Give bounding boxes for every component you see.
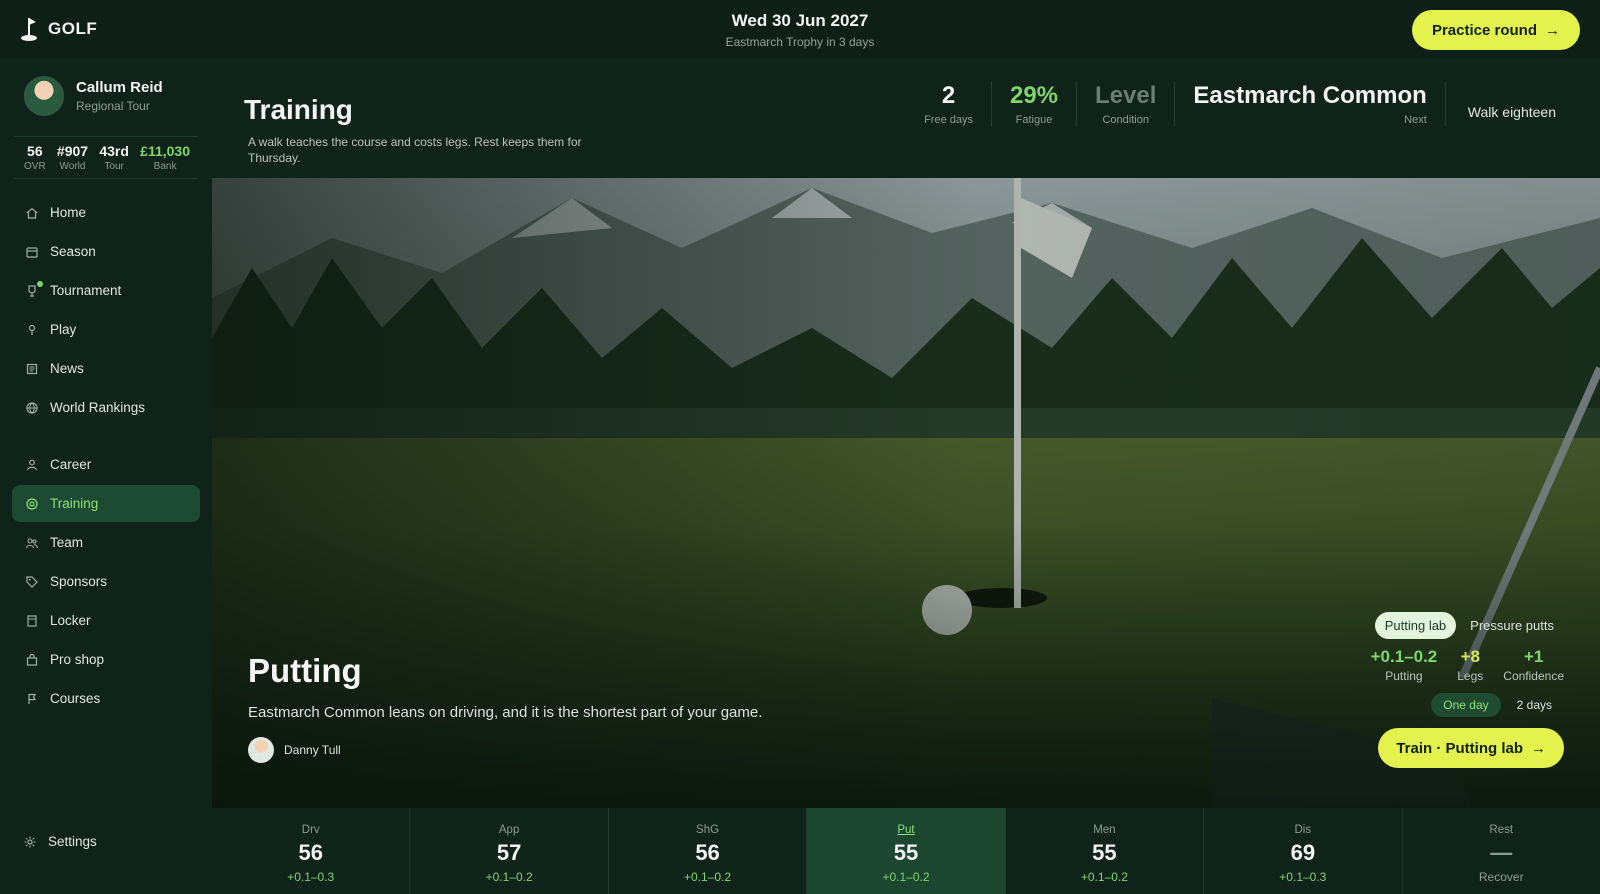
nav-item-team[interactable]: Team	[12, 524, 200, 561]
nav-item-world-rankings[interactable]: World Rankings	[12, 389, 200, 426]
news-icon	[26, 363, 38, 374]
nav-item-season[interactable]: Season	[12, 233, 200, 270]
avatar	[24, 76, 64, 116]
gain-putting: +0.1–0.2 Putting	[1370, 647, 1438, 683]
practice-round-button[interactable]: Practice round →	[1411, 10, 1580, 50]
bag-icon	[26, 653, 38, 666]
stat-tour: 43rd Tour	[99, 143, 129, 172]
current-date: Wed 30 Jun 2027	[731, 11, 869, 30]
skill-tab-drv[interactable]: Drv 56 +0.1–0.3	[212, 808, 411, 894]
duration-one-day[interactable]: One day	[1431, 693, 1501, 717]
drill-gains: +0.1–0.2 Putting +8 Legs +1 Confidence	[1364, 647, 1564, 683]
skill-tab-shg[interactable]: ShG 56 +0.1–0.2	[609, 808, 808, 894]
skill-tab-app[interactable]: App 57 +0.1–0.2	[410, 808, 609, 894]
drill-options: Putting lab Pressure putts +0.1–0.2 Putt…	[1364, 612, 1564, 717]
coach-avatar	[248, 737, 274, 763]
nav-item-settings[interactable]: Settings	[24, 834, 97, 849]
trophy-icon	[28, 284, 36, 297]
team-icon	[26, 537, 38, 548]
main-nav: Home Season Tournament Play News World R…	[12, 194, 200, 719]
next-event-countdown: Eastmarch Trophy in 3 days	[725, 35, 875, 49]
metric-fatigue: 29% Fatigue	[992, 82, 1078, 126]
drill-selector: Putting lab Pressure putts	[1364, 612, 1564, 639]
target-icon	[26, 497, 38, 510]
skill-tab-rest[interactable]: Rest — Recover	[1403, 808, 1600, 894]
nav-item-pro-shop[interactable]: Pro shop	[12, 641, 200, 678]
player-profile[interactable]: Callum Reid Regional Tour	[24, 76, 163, 116]
nav-item-locker[interactable]: Locker	[12, 602, 200, 639]
pin-icon	[28, 324, 36, 335]
nav-item-courses[interactable]: Courses	[12, 680, 200, 717]
nav-item-home[interactable]: Home	[12, 194, 200, 231]
settings-label: Settings	[48, 834, 97, 849]
player-stats: 56 OVR #907 World 43rd Tour £11,030 Bank	[14, 136, 198, 179]
logo-text: GOLF	[48, 19, 98, 38]
page-header: Training A walk teaches the course and c…	[212, 58, 1600, 178]
nav-item-sponsors[interactable]: Sponsors	[12, 563, 200, 600]
drill-hero: Putting Eastmarch Common leans on drivin…	[212, 178, 1600, 808]
nav-item-tournament[interactable]: Tournament	[12, 272, 200, 309]
drill-option-pressure-putts[interactable]: Pressure putts	[1460, 612, 1564, 639]
nav-item-training[interactable]: Training	[12, 485, 200, 522]
gear-icon	[24, 836, 36, 847]
gain-confidence: +1 Confidence	[1503, 647, 1564, 683]
coach[interactable]: Danny Tull	[248, 737, 768, 763]
stat-ovr: 56 OVR	[24, 143, 46, 172]
skill-strip: Drv 56 +0.1–0.3 App 57 +0.1–0.2 ShG 56 +…	[212, 808, 1600, 894]
arrow-right-icon: →	[1545, 21, 1560, 39]
page-title: Training	[244, 94, 353, 125]
walk-eighteen-button[interactable]: Walk eighteen	[1446, 82, 1600, 120]
golf-flag-icon	[21, 18, 37, 41]
locker-icon	[27, 614, 37, 627]
nav-item-news[interactable]: News	[12, 350, 200, 387]
skill-tab-dis[interactable]: Dis 69 +0.1–0.3	[1204, 808, 1403, 894]
drill-description: Putting Eastmarch Common leans on drivin…	[248, 652, 768, 763]
player-tour: Regional Tour	[76, 99, 150, 113]
duration-selector: One day 2 days	[1364, 693, 1564, 717]
skill-tab-men[interactable]: Men 55 +0.1–0.2	[1006, 808, 1205, 894]
coach-name: Danny Tull	[284, 743, 341, 757]
skill-tab-put[interactable]: Put 55 +0.1–0.2	[807, 808, 1006, 894]
duration-two-days[interactable]: 2 days	[1505, 693, 1564, 717]
gain-legs: +8 Legs	[1457, 647, 1484, 683]
calendar-icon	[26, 246, 38, 258]
train-button-label: Train · Putting lab	[1396, 739, 1523, 757]
logo[interactable]: GOLF	[20, 16, 97, 42]
home-icon	[26, 207, 38, 219]
drill-option-putting-lab[interactable]: Putting lab	[1374, 612, 1457, 639]
nav-item-career[interactable]: Career	[12, 446, 200, 483]
arrow-right-icon: →	[1531, 739, 1546, 757]
stat-bank: £11,030 Bank	[140, 143, 190, 172]
globe-icon	[26, 401, 38, 414]
top-bar: GOLF Wed 30 Jun 2027 Eastmarch Trophy in…	[0, 0, 1600, 58]
status-metrics: 2 Free days 29% Fatigue Level Condition …	[906, 82, 1600, 126]
stat-world: #907 World	[56, 143, 89, 172]
date-block: Wed 30 Jun 2027 Eastmarch Trophy in 3 da…	[0, 11, 1600, 49]
nav-item-play[interactable]: Play	[12, 311, 200, 348]
sidebar: Callum Reid Regional Tour 56 OVR #907 Wo…	[0, 58, 212, 894]
flag-icon	[28, 693, 37, 704]
tag-icon	[26, 575, 38, 588]
metric-free-days: 2 Free days	[906, 82, 992, 126]
player-name: Callum Reid	[76, 79, 163, 96]
drill-title: Putting	[248, 652, 362, 689]
metric-condition: Level Condition	[1077, 82, 1176, 126]
practice-round-label: Practice round	[1431, 21, 1537, 39]
nav-divider	[12, 428, 200, 446]
notification-dot	[37, 281, 43, 287]
metric-next-course: Eastmarch Common Next	[1175, 82, 1446, 126]
person-icon	[26, 459, 38, 470]
page-subtitle: A walk teaches the course and costs legs…	[248, 135, 582, 165]
drill-desc-text: Eastmarch Common leans on driving, and i…	[248, 704, 763, 721]
train-button[interactable]: Train · Putting lab →	[1378, 728, 1564, 768]
